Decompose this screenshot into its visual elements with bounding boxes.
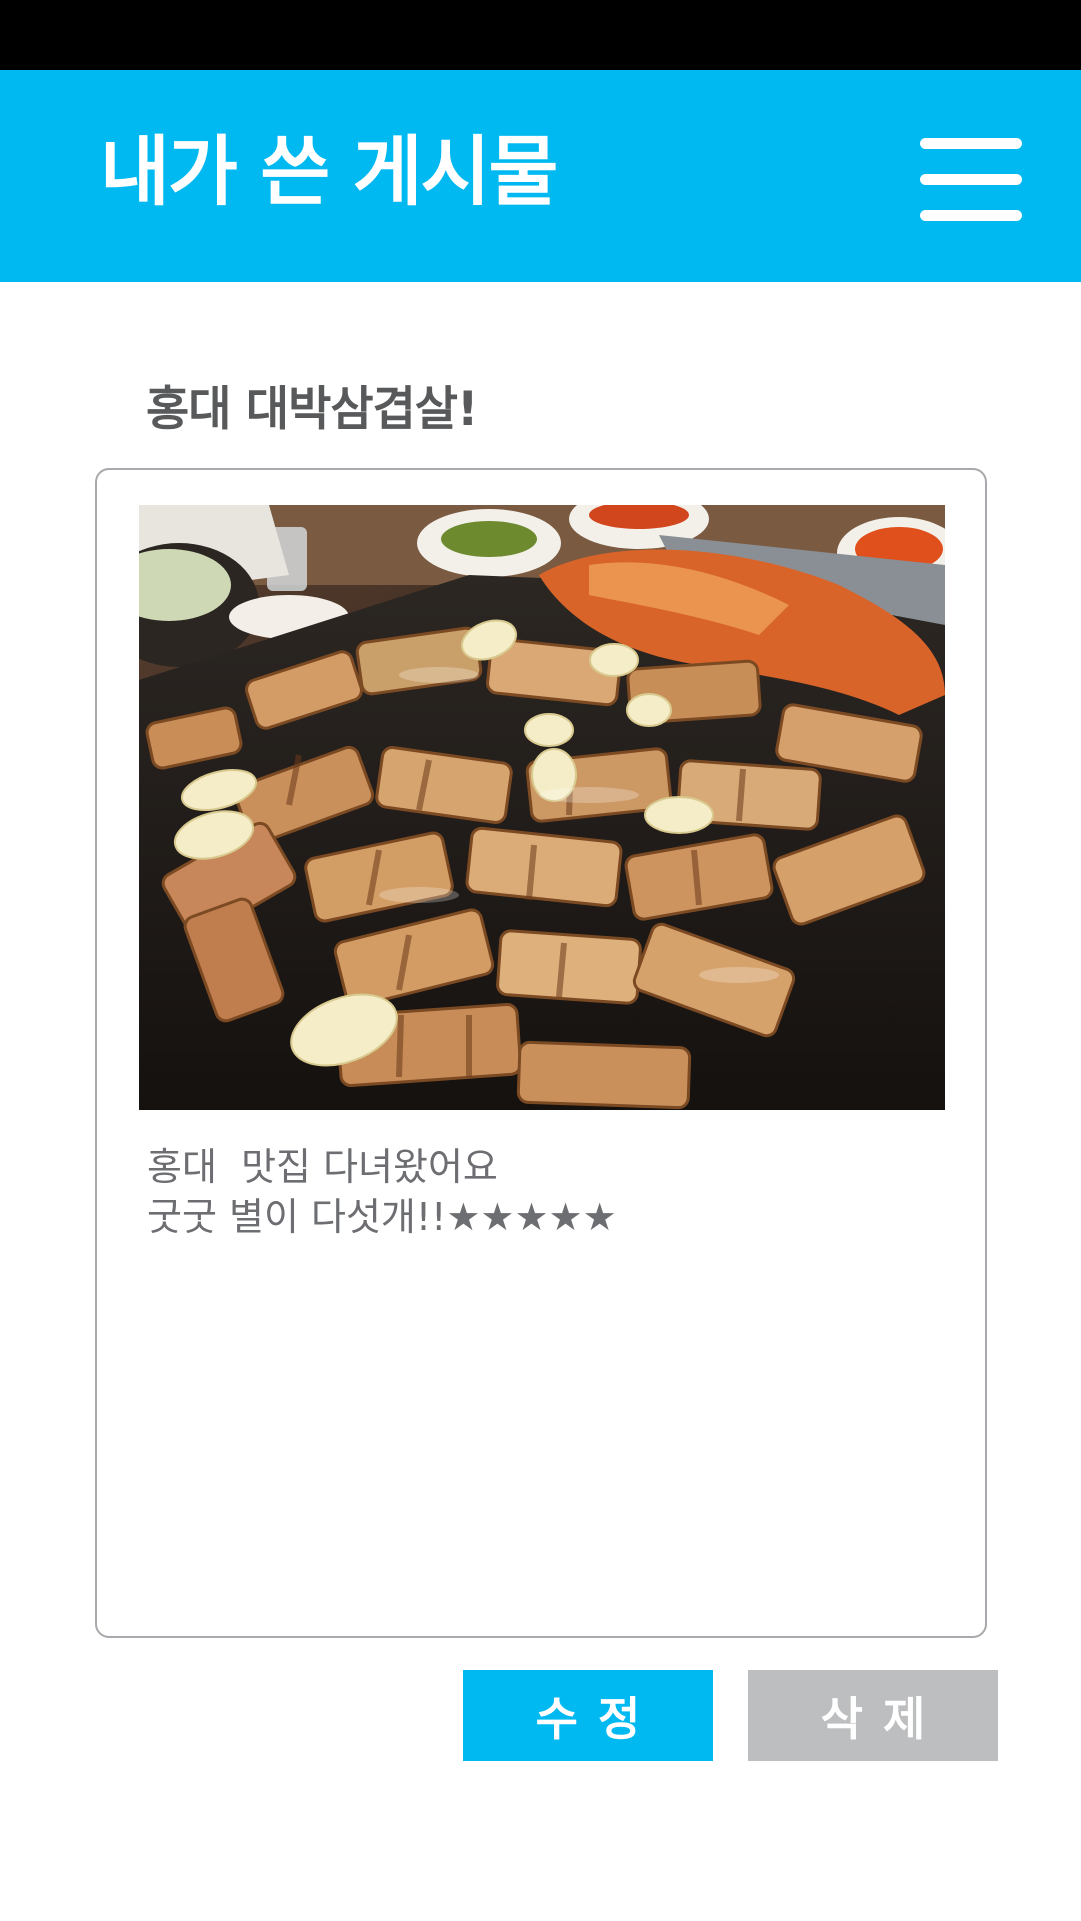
page-title: 내가 쓴 게시물 <box>100 127 558 216</box>
edit-button[interactable]: 수정 <box>463 1670 713 1761</box>
post-body-line-1: 홍대 맛집 다녀왔어요 <box>147 1145 498 1189</box>
menu-bar-bottom <box>920 210 1022 221</box>
menu-bar-middle <box>920 174 1022 185</box>
post-body: 홍대 맛집 다녀왔어요 굿굿 별이 다섯개!!★★★★★ <box>147 1142 937 1242</box>
post-photo[interactable] <box>139 505 945 1110</box>
post-body-line-2: 굿굿 별이 다섯개!!★★★★★ <box>147 1195 617 1239</box>
menu-bar-top <box>920 138 1022 149</box>
hamburger-menu-icon[interactable] <box>918 134 1026 224</box>
post-title: 홍대 대박삼겹살! <box>146 382 478 437</box>
app-header: 내가 쓴 게시물 <box>0 70 1081 282</box>
post-card: 홍대 맛집 다녀왔어요 굿굿 별이 다섯개!!★★★★★ <box>95 468 987 1638</box>
delete-button[interactable]: 삭제 <box>748 1670 998 1761</box>
grilled-pork-belly-photo <box>139 505 945 1110</box>
status-bar <box>0 0 1081 70</box>
